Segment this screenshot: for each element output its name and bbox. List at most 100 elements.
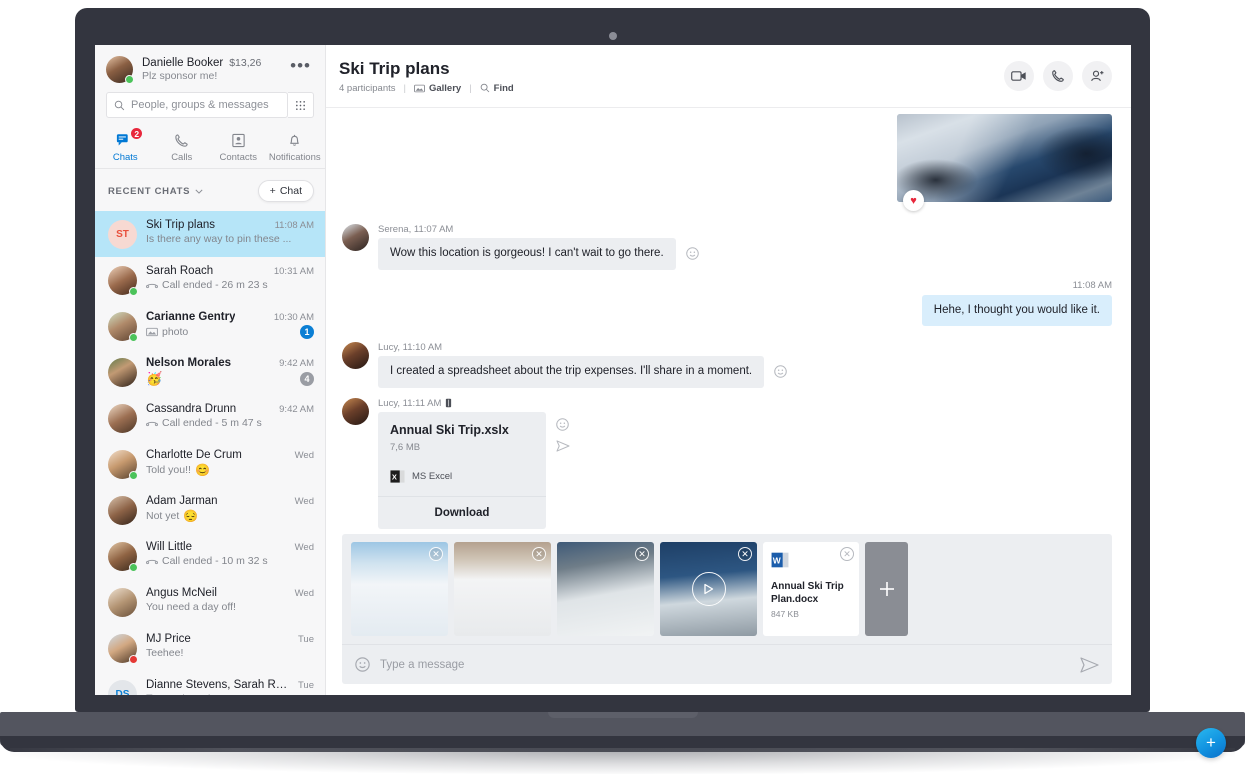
chat-snippet: Call ended - 10 m 32 s xyxy=(146,555,268,567)
remove-attachment-button[interactable]: ✕ xyxy=(840,547,854,561)
chat-name: Will Little xyxy=(146,541,192,553)
file-app-label: MS Excel xyxy=(412,471,452,482)
find-button[interactable]: Find xyxy=(480,83,514,94)
gallery-button[interactable]: Gallery xyxy=(414,83,461,94)
tab-calls[interactable]: Calls xyxy=(154,131,211,163)
message-thread[interactable]: ♥ Serena, 11:07 AM Wow this location is … xyxy=(326,108,1131,534)
search-box[interactable] xyxy=(106,92,288,118)
avatar[interactable] xyxy=(342,342,369,369)
chat-time: Tue xyxy=(298,680,314,691)
remove-attachment-button[interactable]: ✕ xyxy=(429,547,443,561)
chat-snippet: photo xyxy=(146,326,188,338)
attachment-thumb-snow-footprints[interactable]: ✕ xyxy=(351,542,448,636)
emoji-picker-button[interactable] xyxy=(355,657,370,672)
forward-icon[interactable] xyxy=(556,440,570,452)
list-item[interactable]: Adam Jarman Wed Not yet 😔 xyxy=(95,487,325,533)
profile-name: Danielle Booker xyxy=(142,57,223,69)
chat-snippet-text: Call ended - 5 m 47 s xyxy=(162,417,262,429)
chats-unread-badge: 2 xyxy=(130,127,143,140)
chat-snippet: You need a day off! xyxy=(146,601,236,613)
tab-contacts[interactable]: Contacts xyxy=(210,131,267,163)
message-tools xyxy=(556,412,570,452)
remove-attachment-button[interactable]: ✕ xyxy=(635,547,649,561)
more-options-button[interactable]: ••• xyxy=(286,61,315,79)
tab-notifications[interactable]: Notifications xyxy=(267,131,324,163)
chat-time: Wed xyxy=(295,450,314,461)
download-button[interactable]: Download xyxy=(378,496,546,529)
message-bubble[interactable]: Hehe, I thought you would like it. xyxy=(922,295,1112,327)
attachment-document[interactable]: ✕ W Annual Ski Trip Plan.docx 847 KB xyxy=(763,542,859,636)
message-input-bar[interactable] xyxy=(342,644,1112,684)
attachment-thumb-mountain-video[interactable]: ✕ xyxy=(660,542,757,636)
list-item[interactable]: Cassandra Drunn 9:42 AM Call ended - 5 m… xyxy=(95,395,325,441)
list-item[interactable]: MJ Price Tue Teehee! xyxy=(95,625,325,671)
list-item[interactable]: Charlotte De Crum Wed Told you!! 😊 xyxy=(95,441,325,487)
call-ended-icon xyxy=(146,557,158,565)
emoji-reaction-icon[interactable] xyxy=(686,247,699,260)
avatar[interactable] xyxy=(342,398,369,425)
participants-count[interactable]: 4 participants xyxy=(339,83,396,94)
avatar[interactable] xyxy=(106,56,133,83)
heart-reaction-icon[interactable]: ♥ xyxy=(903,190,924,211)
voice-call-button[interactable] xyxy=(1043,61,1073,91)
mountain-photo[interactable] xyxy=(897,114,1112,202)
tab-chats[interactable]: 2 Chats xyxy=(97,131,154,163)
emoji-reaction-icon[interactable] xyxy=(774,365,787,378)
list-item[interactable]: Will Little Wed Call ended - 10 m 32 s xyxy=(95,533,325,579)
chat-snippet: Call ended - 5 m 47 s xyxy=(146,417,262,429)
avatar: DS xyxy=(108,680,137,695)
send-button[interactable] xyxy=(1080,657,1099,673)
search-icon xyxy=(114,100,125,111)
chevron-down-icon xyxy=(195,189,203,194)
webcam-icon xyxy=(609,32,617,40)
add-person-button[interactable] xyxy=(1082,61,1112,91)
new-chat-button[interactable]: + Chat xyxy=(258,180,314,202)
chat-time: 10:30 AM xyxy=(274,312,314,323)
emoji-reaction-icon[interactable] xyxy=(556,418,570,431)
file-attachment-icon xyxy=(445,398,452,408)
chat-time: 9:42 AM xyxy=(279,358,314,369)
attachment-thumb-ski-boots[interactable]: ✕ xyxy=(557,542,654,636)
message-bubble[interactable]: I created a spreadsheet about the trip e… xyxy=(378,356,764,388)
file-card[interactable]: Annual Ski Trip.xslx 7,6 MB X xyxy=(378,412,546,529)
gallery-icon xyxy=(414,84,425,93)
avatar xyxy=(108,312,137,341)
list-item[interactable]: Angus McNeil Wed You need a day off! xyxy=(95,579,325,625)
list-item[interactable]: Sarah Roach 10:31 AM Call ended - 26 m 2… xyxy=(95,257,325,303)
list-item[interactable]: Nelson Morales 9:42 AM 🥳 4 xyxy=(95,349,325,395)
chat-name: MJ Price xyxy=(146,633,191,645)
photo-message-bubble[interactable]: ♥ xyxy=(897,114,1112,202)
word-icon: W xyxy=(771,551,789,569)
play-icon[interactable] xyxy=(692,572,726,606)
dialpad-icon xyxy=(295,100,306,111)
avatar xyxy=(108,634,137,663)
avatar[interactable] xyxy=(342,224,369,251)
photo-icon xyxy=(146,327,158,337)
chat-snippet: Meeting minutes xyxy=(146,693,236,695)
unread-badge: 4 xyxy=(300,372,314,386)
recent-chats-title-group[interactable]: RECENT CHATS xyxy=(108,186,203,197)
list-item[interactable]: DS Dianne Stevens, Sarah Roach Tue Meeti… xyxy=(95,671,325,695)
profile-row[interactable]: Danielle Booker $13,26 Plz sponsor me! •… xyxy=(95,45,325,92)
new-chat-label: Chat xyxy=(280,185,302,197)
search-input[interactable] xyxy=(131,99,280,111)
attachment-thumb-dog-in-snow[interactable]: ✕ xyxy=(454,542,551,636)
presence-indicator xyxy=(129,655,138,664)
chat-list[interactable]: ST Ski Trip plans 11:08 AM Is there any … xyxy=(95,211,325,695)
document-icon xyxy=(146,694,155,696)
message-input[interactable] xyxy=(380,659,1070,671)
chat-time: 11:08 AM xyxy=(275,220,314,231)
video-call-button[interactable] xyxy=(1004,61,1034,91)
profile-mood-message[interactable]: Plz sponsor me! xyxy=(142,70,286,82)
list-item[interactable]: ST Ski Trip plans 11:08 AM Is there any … xyxy=(95,211,325,257)
list-item[interactable]: Carianne Gentry 10:30 AM photo 1 xyxy=(95,303,325,349)
message-bubble[interactable]: Wow this location is gorgeous! I can't w… xyxy=(378,238,676,270)
chat-name: Angus McNeil xyxy=(146,587,217,599)
remove-attachment-button[interactable]: ✕ xyxy=(532,547,546,561)
phone-icon xyxy=(174,131,189,149)
conversation-header: Ski Trip plans 4 participants | Gallery … xyxy=(326,45,1131,108)
add-attachment-button[interactable] xyxy=(865,542,908,636)
remove-attachment-button[interactable]: ✕ xyxy=(738,547,752,561)
floating-action-button[interactable]: + xyxy=(1196,728,1226,758)
dialpad-button[interactable] xyxy=(288,92,314,118)
